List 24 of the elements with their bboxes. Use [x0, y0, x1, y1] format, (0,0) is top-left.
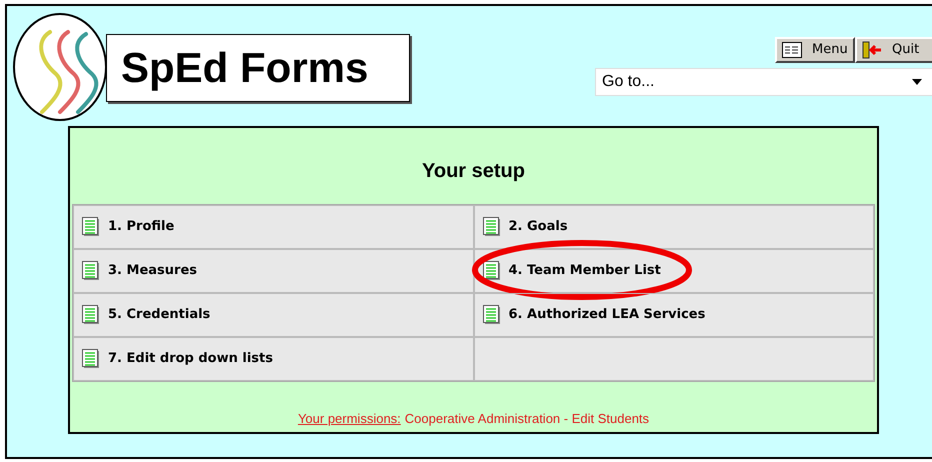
menu-button[interactable]: Menu	[775, 37, 855, 63]
document-icon	[82, 261, 100, 281]
document-icon	[482, 261, 500, 281]
document-icon	[82, 305, 100, 325]
document-icon	[82, 349, 100, 369]
setup-item[interactable]: 2. Goals	[474, 205, 874, 249]
caret-icon	[912, 79, 922, 85]
setup-item[interactable]: 7. Edit drop down lists	[73, 337, 474, 381]
goto-dropdown[interactable]: Go to...	[595, 68, 932, 96]
app-title: SpEd Forms	[121, 47, 368, 89]
panel-title: Your setup	[422, 159, 525, 184]
document-icon	[482, 305, 500, 325]
setup-item[interactable]: 6. Authorized LEA Services	[474, 293, 874, 337]
permissions-link[interactable]: Your permissions:	[298, 408, 401, 428]
permissions-text: Cooperative Administration - Edit Students	[404, 410, 650, 428]
document-icon	[82, 217, 100, 237]
setup-item[interactable]: 4. Team Member List	[474, 249, 874, 293]
exit-door-icon	[862, 41, 882, 59]
setup-item[interactable]: 1. Profile	[73, 205, 474, 249]
quit-button[interactable]: Quit	[855, 37, 932, 63]
list-icon	[782, 42, 802, 58]
setup-item[interactable]: 3. Measures	[73, 249, 474, 293]
setup-item[interactable]: 5. Credentials	[73, 293, 474, 337]
document-icon	[482, 217, 500, 237]
